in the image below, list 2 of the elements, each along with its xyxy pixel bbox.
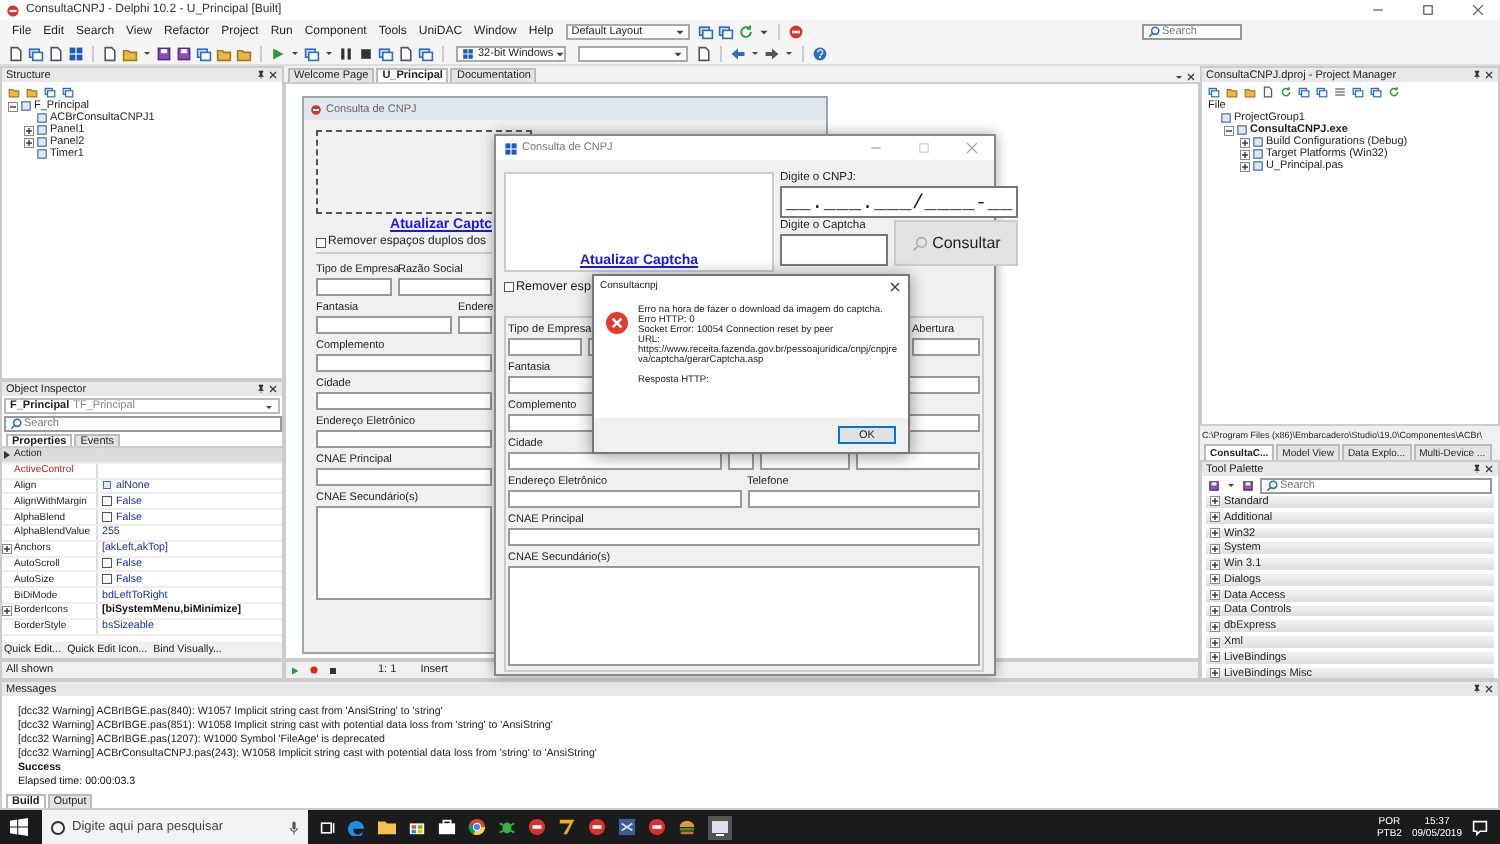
consult-button[interactable]: Consultar — [894, 220, 1019, 266]
cnpj-field[interactable]: __.___.___/____-__ — [780, 186, 1019, 218]
